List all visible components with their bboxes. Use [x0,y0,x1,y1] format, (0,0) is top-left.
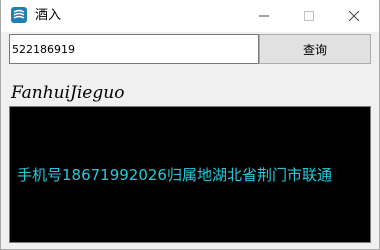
app-icon [11,7,27,23]
title-bar[interactable]: 酒入 [1,0,379,32]
phone-number-input[interactable] [9,34,259,64]
result-text: 手机号18671992026归属地湖北省荆门市联通 [17,166,332,184]
minimize-button[interactable] [241,0,287,32]
result-label: FanhuiJieguo [11,83,125,103]
minimize-icon [259,15,269,17]
result-display[interactable]: 手机号18671992026归属地湖北省荆门市联通 [9,106,371,243]
maximize-icon [304,11,314,21]
close-button[interactable] [331,0,377,32]
maximize-button[interactable] [286,0,332,32]
window-title: 酒入 [35,8,62,23]
close-icon [349,11,359,21]
app-window: 酒入 查询 FanhuiJieguo 手机号18671992026归属地湖北省荆… [0,0,380,250]
query-button[interactable]: 查询 [259,34,371,64]
